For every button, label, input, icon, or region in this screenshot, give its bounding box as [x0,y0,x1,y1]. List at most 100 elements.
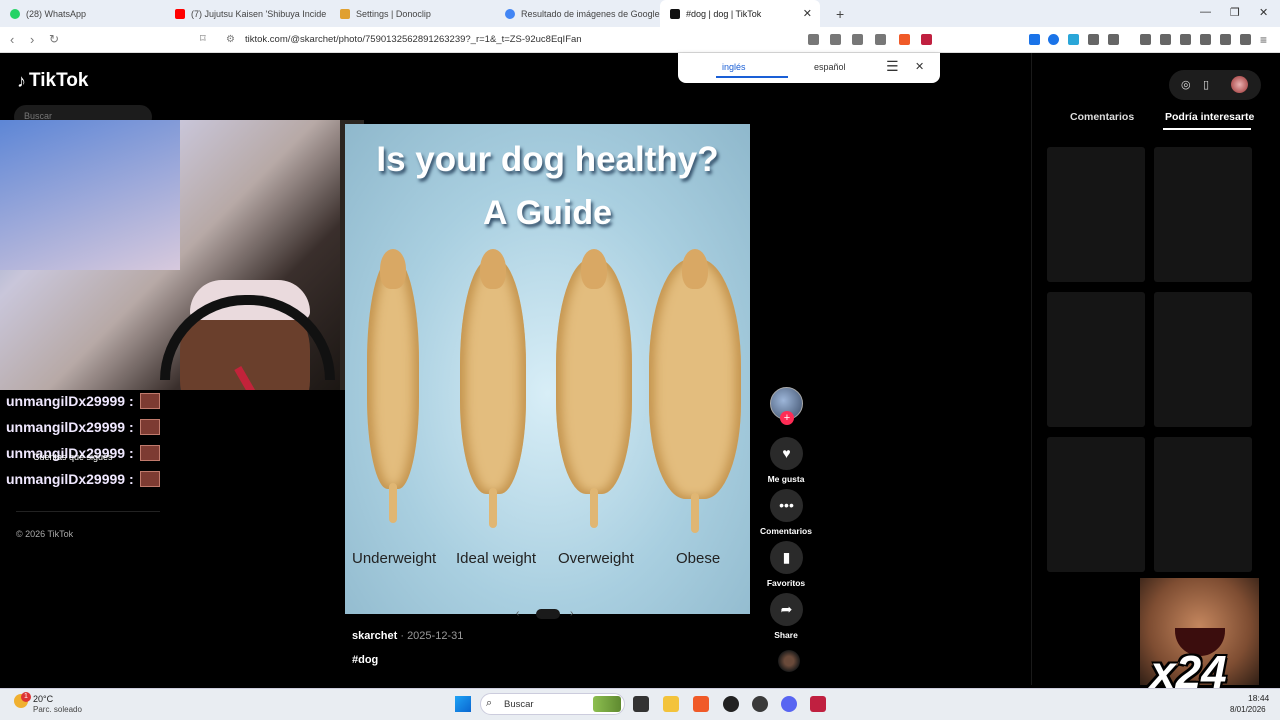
extension-box-icon[interactable] [1108,34,1119,45]
brave-browser-icon[interactable] [693,696,709,712]
reload-icon[interactable]: ↻ [49,32,59,46]
translate-menu-icon[interactable]: ☰ [886,58,899,75]
emote-icon [139,471,160,487]
app-icon[interactable] [752,696,768,712]
like-label: Me gusta [767,474,805,484]
share-arrow-icon[interactable]: ➦ [770,593,803,626]
tiktok-icon [670,8,680,19]
following-accounts-label: Cuentas que sigues [33,452,113,462]
youtube-icon [175,8,185,19]
tab-label: Settings | Donoclip [356,8,431,19]
translate-popup: inglés español ☰ ✕ [678,53,940,83]
site-info-icon[interactable]: ⚙ [226,34,235,45]
translate-icon[interactable] [852,34,863,45]
extension-blue-icon[interactable] [1048,34,1059,45]
activity-icon[interactable]: ◎ [1181,78,1191,91]
minimize-icon[interactable]: — [1200,6,1211,18]
device-icon[interactable]: ▯ [1203,78,1209,91]
clock-date[interactable]: 8/01/2026 [1230,705,1266,714]
tab-label: Resultado de imágenes de Google [521,8,660,19]
video-thumbnail[interactable] [1154,437,1252,572]
user-avatar[interactable] [1231,76,1248,93]
tab-whatsapp[interactable]: (28) WhatsApp [0,0,165,27]
tiktok-note-icon: ♪ [17,70,26,91]
menu-icon[interactable]: ≡ [1260,33,1267,47]
tab-tiktok[interactable]: #dog | dog | TikTok ✕ [660,0,820,27]
brave-rewards-taskbar-icon[interactable] [810,696,826,712]
label-ideal: Ideal weight [456,550,537,567]
no-tracking-icon[interactable] [808,34,819,45]
tab-label: (7) Jujutsu Kaisen 'Shibuya Incide [191,8,327,19]
download-icon[interactable] [1140,34,1151,45]
logo-text: TikTok [29,70,89,91]
clock-time[interactable]: 18:44 [1248,693,1269,703]
sidebar-icon[interactable] [1180,34,1191,45]
weather-badge: 1 [21,692,31,702]
weather-temp[interactable]: 20°C [33,694,53,704]
close-translate-icon[interactable]: ✕ [915,60,924,73]
source-language-tab[interactable]: inglés [722,62,746,72]
file-explorer-icon[interactable] [663,696,679,712]
media-icon[interactable] [1160,34,1171,45]
tiktok-logo[interactable]: ♪ TikTok [17,70,88,92]
tab-label: #dog | dog | TikTok [686,8,762,19]
follow-plus-icon[interactable]: + [780,411,794,425]
heart-icon[interactable]: ♥ [770,437,803,470]
chat-line: unmangilDx29999 : [6,388,160,414]
post-hashtag[interactable]: #dog [352,654,378,666]
target-language-tab[interactable]: español [814,62,846,72]
share-icon[interactable] [875,34,886,45]
leo-icon[interactable] [1220,34,1231,45]
url-field[interactable]: tiktok.com/@skarchet/photo/7590132562891… [245,34,582,45]
post-author[interactable]: skarchet · 2025-12-31 [352,630,463,642]
carousel-next-icon[interactable]: › [570,608,573,619]
vpn-icon[interactable] [1240,34,1251,45]
video-thumbnail[interactable] [1047,437,1145,572]
restore-icon[interactable]: ❐ [1230,6,1240,19]
cast-icon[interactable] [830,34,841,45]
task-view-icon[interactable] [633,696,649,712]
discord-icon[interactable] [781,696,797,712]
obs-icon[interactable] [723,696,739,712]
close-tab-icon[interactable]: ✕ [803,7,812,20]
extensions-puzzle-icon[interactable] [1088,34,1099,45]
bookmark-icon[interactable]: ⌑ [200,32,206,45]
brave-shield-icon[interactable] [899,34,910,45]
tab-youtube[interactable]: (7) Jujutsu Kaisen 'Shibuya Incide [165,0,330,27]
music-disc-icon[interactable] [778,650,800,672]
share-label: Share [774,630,798,640]
carousel-dots [536,609,560,619]
windows-start-icon[interactable] [455,696,471,712]
forward-icon[interactable]: › [30,32,34,47]
comment-icon[interactable]: ••• [770,489,803,522]
tab-google-images[interactable]: Resultado de imágenes de Google [495,0,660,27]
back-icon[interactable]: ‹ [10,32,14,47]
close-window-icon[interactable]: ✕ [1259,6,1268,19]
post-subtitle: A Guide [482,194,613,232]
post-date: 2025-12-31 [407,630,464,642]
tab-you-may-like[interactable]: Podría interesarte [1165,111,1254,123]
new-tab-button[interactable]: + [826,0,846,27]
search-highlight-icon [593,696,621,712]
streamer-webcam [0,120,364,390]
carousel-prev-icon[interactable]: ‹ [516,608,519,619]
tab-donoclip[interactable]: Settings | Donoclip [330,0,495,27]
google-icon [505,8,515,19]
extension-translate-icon[interactable] [1068,34,1079,45]
emote-icon [139,419,160,435]
tab-label: (28) WhatsApp [26,8,87,19]
video-thumbnail[interactable] [1154,147,1252,282]
video-thumbnail[interactable] [1047,147,1145,282]
stream-chat: unmangilDx29999 : unmangilDx29999 : unma… [6,388,160,492]
bookmark-icon[interactable]: ▮ [770,541,803,574]
sidebar-divider [16,511,160,512]
dog-overweight [556,249,632,528]
post-image[interactable]: Is your dog healthy? A Guide Underweight… [345,124,750,614]
extension-audio-icon[interactable] [1029,34,1040,45]
video-thumbnail[interactable] [1047,292,1145,427]
wallet-icon[interactable] [1200,34,1211,45]
tab-comments[interactable]: Comentarios [1070,111,1134,123]
brave-rewards-icon[interactable] [921,34,932,45]
video-thumbnail[interactable] [1154,292,1252,427]
dog-ideal [460,249,526,528]
